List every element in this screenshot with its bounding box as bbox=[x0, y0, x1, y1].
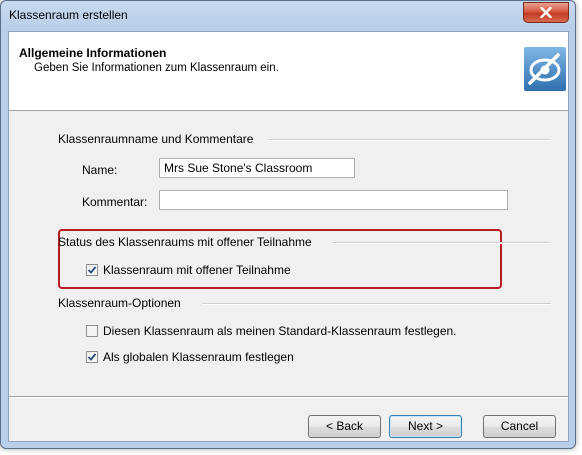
name-label: Name: bbox=[82, 163, 118, 177]
global-classroom-checkbox[interactable] bbox=[86, 351, 98, 363]
group-divider bbox=[202, 303, 551, 305]
checkmark-icon bbox=[87, 353, 97, 361]
open-enrollment-checkbox[interactable] bbox=[86, 264, 98, 276]
group-divider bbox=[332, 242, 551, 244]
group-status-title: Status des Klassenraums mit offener Teil… bbox=[58, 235, 312, 249]
group-divider bbox=[268, 139, 551, 141]
wizard-header: Allgemeine Informationen Geben Sie Infor… bbox=[9, 32, 568, 111]
comment-label: Kommentar: bbox=[82, 195, 148, 209]
global-classroom-label[interactable]: Als globalen Klassenraum festlegen bbox=[103, 350, 294, 364]
next-button[interactable]: Next > bbox=[389, 415, 462, 438]
cancel-button[interactable]: Cancel bbox=[483, 415, 556, 438]
title-bar[interactable]: Klassenraum erstellen bbox=[1, 1, 575, 31]
name-field[interactable]: Mrs Sue Stone's Classroom bbox=[159, 158, 355, 178]
default-classroom-checkbox[interactable] bbox=[86, 325, 98, 337]
footer-divider bbox=[9, 396, 568, 398]
app-logo-icon bbox=[524, 47, 566, 91]
dialog-client-area: Allgemeine Informationen Geben Sie Infor… bbox=[8, 31, 569, 442]
dialog-window: Klassenraum erstellen Allgemeine Informa… bbox=[0, 0, 576, 449]
group-options-title: Klassenraum-Optionen bbox=[58, 296, 181, 310]
open-enrollment-label[interactable]: Klassenraum mit offener Teilnahme bbox=[103, 263, 291, 277]
back-button[interactable]: < Back bbox=[308, 415, 381, 438]
window-title: Klassenraum erstellen bbox=[9, 8, 128, 22]
group-name-title: Klassenraumname und Kommentare bbox=[58, 132, 254, 146]
checkmark-icon bbox=[87, 266, 97, 274]
header-subtitle: Geben Sie Informationen zum Klassenraum … bbox=[34, 62, 279, 74]
comment-field[interactable] bbox=[159, 190, 508, 210]
name-field-value: Mrs Sue Stone's Classroom bbox=[164, 161, 313, 175]
header-title: Allgemeine Informationen bbox=[19, 46, 167, 60]
default-classroom-label[interactable]: Diesen Klassenraum als meinen Standard-K… bbox=[103, 324, 457, 338]
close-button[interactable] bbox=[523, 2, 569, 23]
close-icon bbox=[540, 7, 552, 18]
